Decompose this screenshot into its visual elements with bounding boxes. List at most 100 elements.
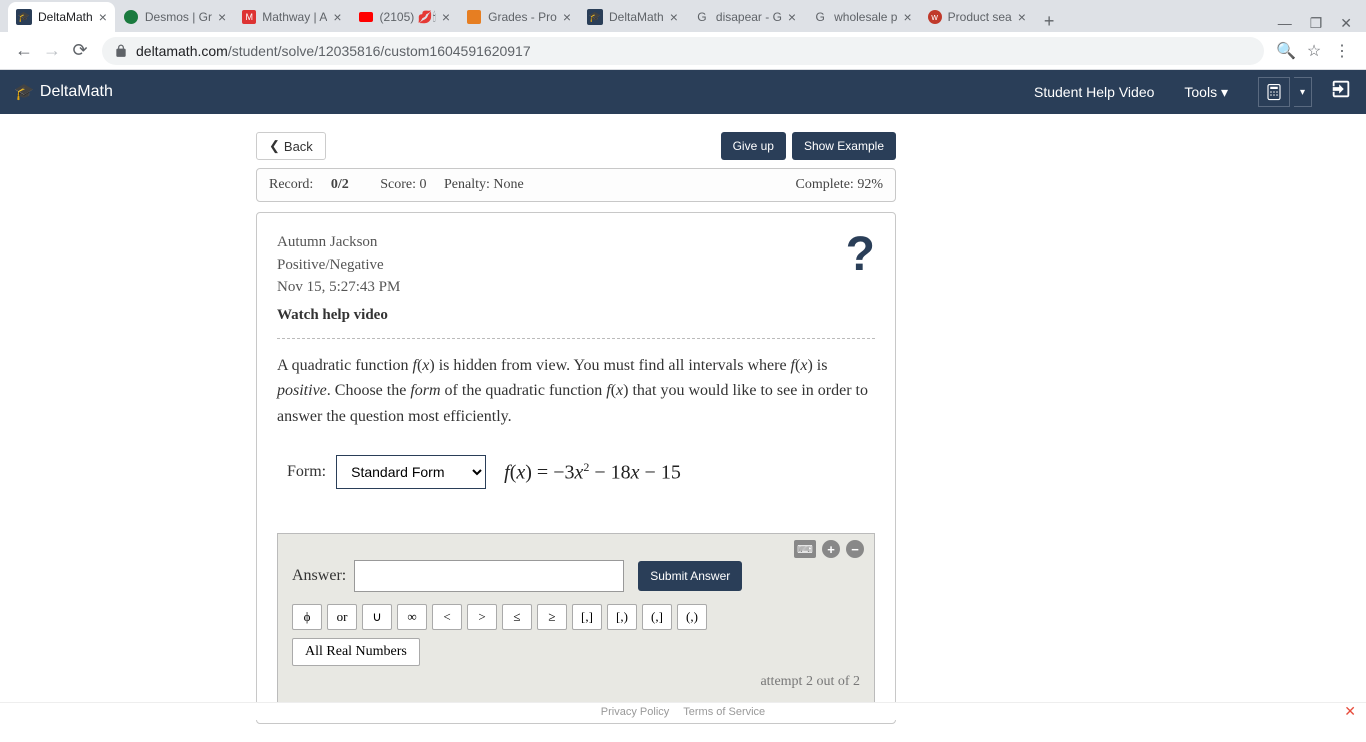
symbol-gt-button[interactable]: > <box>467 604 497 630</box>
menu-icon[interactable]: ⋮ <box>1328 41 1356 61</box>
symbol-lt-button[interactable]: < <box>432 604 462 630</box>
tab-grades[interactable]: Grades - Pro × <box>458 2 579 32</box>
tab-title: Grades - Pro <box>488 10 557 24</box>
tab-title: DeltaMath <box>38 10 93 24</box>
close-icon[interactable]: × <box>903 9 911 25</box>
footer: Privacy Policy Terms of Service ✕ <box>0 702 1366 720</box>
terms-of-service-link[interactable]: Terms of Service <box>683 706 765 718</box>
tab-youtube[interactable]: (2105) 💋🕯 × <box>350 2 459 32</box>
complete-text: Complete: 92% <box>796 177 884 193</box>
url-domain: deltamath.com <box>136 43 228 59</box>
student-help-video-link[interactable]: Student Help Video <box>1034 84 1154 100</box>
close-icon[interactable]: × <box>788 9 796 25</box>
symbol-closed-button[interactable]: [,] <box>572 604 602 630</box>
give-up-button[interactable]: Give up <box>721 132 786 160</box>
tab-title: DeltaMath <box>609 10 664 24</box>
all-real-numbers-button[interactable]: All Real Numbers <box>292 638 420 666</box>
keyboard-icon[interactable]: ⌨ <box>794 540 816 558</box>
tab-mathway[interactable]: M Mathway | A × <box>234 2 349 32</box>
symbol-row: ϕ or ∪ ∞ < > ≤ ≥ [,] [,) (,] (,) <box>292 604 860 630</box>
attempt-text: attempt 2 out of 2 <box>292 674 860 690</box>
answer-label: Answer: <box>292 567 346 585</box>
tab-wholesale[interactable]: G wholesale p × <box>804 2 920 32</box>
app-header: 🎓 DeltaMath Student Help Video Tools ▾ ▾ <box>0 70 1366 114</box>
zoom-icon[interactable]: 🔍 <box>1272 41 1300 61</box>
privacy-policy-link[interactable]: Privacy Policy <box>601 706 669 718</box>
show-example-button[interactable]: Show Example <box>792 132 896 160</box>
top-controls: ❮ Back Give up Show Example <box>256 132 896 160</box>
tab-deltamath-active[interactable]: 🎓 DeltaMath × <box>8 2 115 32</box>
submit-answer-button[interactable]: Submit Answer <box>638 561 742 591</box>
close-icon[interactable]: × <box>218 9 226 25</box>
question-help-icon[interactable]: ? <box>846 227 875 282</box>
tab-product[interactable]: w Product sea × <box>920 2 1034 32</box>
logout-icon[interactable] <box>1330 78 1352 106</box>
remove-answer-icon[interactable]: − <box>846 540 864 558</box>
forward-nav-icon[interactable]: → <box>38 37 66 65</box>
symbol-open-button[interactable]: (,) <box>677 604 707 630</box>
new-tab-button[interactable]: + <box>1034 11 1065 32</box>
record-bar: Record: 0/2 Score: 0 Penalty: None Compl… <box>256 168 896 202</box>
footer-close-icon[interactable]: ✕ <box>1344 703 1356 720</box>
maximize-icon[interactable]: ❐ <box>1310 15 1323 32</box>
close-icon[interactable]: × <box>1018 9 1026 25</box>
window-controls: — ❐ ✕ <box>1264 15 1366 32</box>
divider <box>277 338 875 339</box>
tab-title: Desmos | Gr <box>145 10 212 24</box>
back-button[interactable]: ❮ Back <box>256 132 326 160</box>
symbol-le-button[interactable]: ≤ <box>502 604 532 630</box>
deltamath-logo[interactable]: 🎓 DeltaMath <box>14 82 113 102</box>
close-icon[interactable]: × <box>333 9 341 25</box>
form-row: Form: Standard Form f(x) = −3x2 − 18x − … <box>277 455 875 489</box>
tab-title: wholesale p <box>834 10 897 24</box>
tab-desmos[interactable]: Desmos | Gr × <box>115 2 234 32</box>
deltamath-favicon: 🎓 <box>587 9 603 25</box>
minimize-icon[interactable]: — <box>1278 15 1292 32</box>
graduation-cap-icon: 🎓 <box>14 82 34 102</box>
address-bar: ← → ⟳ deltamath.com/student/solve/120358… <box>0 32 1366 70</box>
google-favicon: G <box>694 9 710 25</box>
grades-favicon <box>466 9 482 25</box>
symbol-phi-button[interactable]: ϕ <box>292 604 322 630</box>
google-favicon: G <box>812 9 828 25</box>
tab-title: Product sea <box>948 10 1012 24</box>
record-label: Record: <box>269 177 317 192</box>
symbol-or-button[interactable]: or <box>327 604 357 630</box>
score-text: Score: 0 <box>380 177 426 192</box>
calculator-button[interactable] <box>1258 77 1290 107</box>
mathway-favicon: M <box>242 10 256 24</box>
w-favicon: w <box>928 10 942 24</box>
close-window-icon[interactable]: ✕ <box>1340 15 1352 32</box>
chevron-left-icon: ❮ <box>269 138 280 154</box>
tab-title: (2105) 💋🕯 <box>380 10 436 25</box>
record-value: 0/2 <box>331 177 349 192</box>
symbol-infinity-button[interactable]: ∞ <box>397 604 427 630</box>
tab-disapear[interactable]: G disapear - G × <box>686 2 804 32</box>
tab-deltamath-2[interactable]: 🎓 DeltaMath × <box>579 2 686 32</box>
symbol-ge-button[interactable]: ≥ <box>537 604 567 630</box>
calculator-icon <box>1265 83 1283 101</box>
url-bar[interactable]: deltamath.com/student/solve/12035816/cus… <box>102 37 1264 65</box>
desmos-favicon <box>123 9 139 25</box>
reload-icon[interactable]: ⟳ <box>66 37 94 65</box>
watch-help-video-link[interactable]: Watch help video <box>277 307 875 324</box>
symbol-halfopen1-button[interactable]: [,) <box>607 604 637 630</box>
youtube-favicon <box>358 9 374 25</box>
close-icon[interactable]: × <box>670 9 678 25</box>
bookmark-icon[interactable]: ☆ <box>1300 41 1328 61</box>
answer-input[interactable] <box>354 560 624 592</box>
symbol-union-button[interactable]: ∪ <box>362 604 392 630</box>
equation-display: f(x) = −3x2 − 18x − 15 <box>504 460 681 485</box>
close-icon[interactable]: × <box>563 9 571 25</box>
back-nav-icon[interactable]: ← <box>10 37 38 65</box>
close-icon[interactable]: × <box>442 9 450 25</box>
penalty-text: Penalty: None <box>444 177 524 192</box>
add-answer-icon[interactable]: + <box>822 540 840 558</box>
url-path: /student/solve/12035816/custom1604591620… <box>228 43 531 59</box>
symbol-halfopen2-button[interactable]: (,] <box>642 604 672 630</box>
tab-title: disapear - G <box>716 10 782 24</box>
close-icon[interactable]: × <box>99 9 107 25</box>
tools-dropdown[interactable]: Tools ▾ <box>1184 84 1228 101</box>
form-select[interactable]: Standard Form <box>336 455 486 489</box>
calculator-dropdown[interactable]: ▾ <box>1294 77 1312 107</box>
